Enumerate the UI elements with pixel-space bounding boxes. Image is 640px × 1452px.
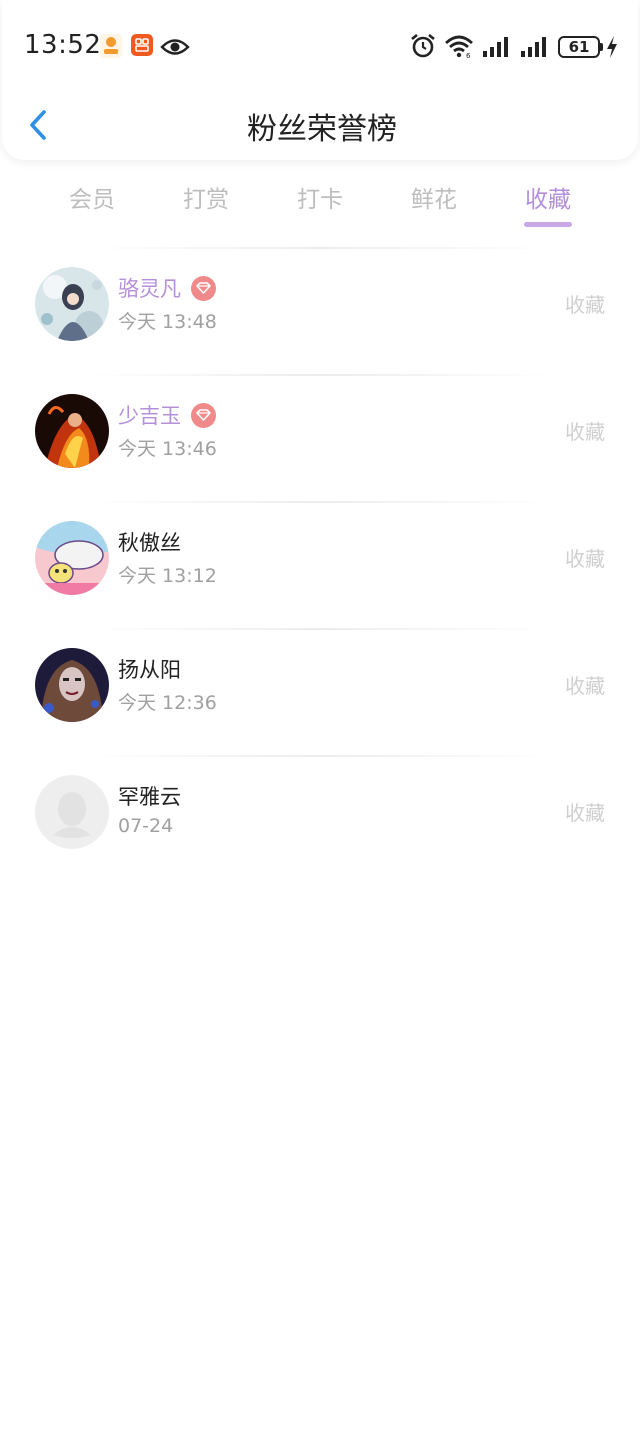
- wifi-icon: 6: [445, 35, 473, 58]
- tab-favorites[interactable]: 收藏: [498, 180, 598, 214]
- header-card: 13:52 6 61 粉丝荣誉榜: [2, 0, 638, 160]
- status-time: 13:52: [24, 30, 102, 60]
- fan-row[interactable]: 扬从阳 今天 12:36 收藏: [0, 628, 640, 755]
- battery-cap: [600, 43, 603, 51]
- svg-text:6: 6: [466, 52, 471, 58]
- action-label: 收藏: [565, 293, 605, 317]
- page-title: 粉丝荣誉榜: [247, 112, 397, 147]
- signal-icon: [483, 37, 508, 57]
- avatar[interactable]: [35, 394, 109, 468]
- battery-indicator: 61: [558, 36, 600, 58]
- fan-row[interactable]: 秋傲丝 今天 13:12 收藏: [0, 501, 640, 628]
- tab-active-indicator: [524, 222, 572, 227]
- alarm-icon: [411, 33, 435, 58]
- eye-icon: [160, 39, 190, 55]
- tab-reward[interactable]: 打赏: [156, 180, 256, 214]
- fan-name: 扬从阳: [118, 658, 181, 682]
- diamond-icon: [191, 402, 216, 428]
- fan-row[interactable]: 少吉玉 今天 13:46 收藏: [0, 374, 640, 501]
- avatar[interactable]: [35, 267, 109, 341]
- tab-bar: 会员 打赏 打卡 鲜花 收藏: [0, 160, 640, 232]
- action-label: 收藏: [565, 801, 605, 825]
- fan-row[interactable]: 骆灵凡 今天 13:48 收藏: [0, 247, 640, 374]
- fan-name: 秋傲丝: [118, 531, 181, 555]
- diamond-icon: [191, 275, 216, 301]
- avatar[interactable]: [35, 521, 109, 595]
- fan-time: 今天 12:36: [118, 692, 217, 714]
- tab-checkin[interactable]: 打卡: [270, 180, 370, 214]
- app-icon: [100, 34, 122, 58]
- charging-icon: [607, 36, 617, 58]
- fan-time: 今天 13:12: [118, 565, 217, 587]
- fan-time: 07-24: [118, 815, 174, 837]
- tab-member[interactable]: 会员: [42, 180, 142, 214]
- tab-flowers[interactable]: 鲜花: [384, 180, 484, 214]
- fan-row[interactable]: 罕雅云 07-24 收藏: [0, 755, 640, 882]
- signal-icon: [521, 37, 546, 57]
- avatar[interactable]: [35, 648, 109, 722]
- app-icon: [131, 34, 153, 56]
- fan-name: 骆灵凡: [118, 277, 181, 301]
- action-label: 收藏: [565, 674, 605, 698]
- fan-time: 今天 13:46: [118, 438, 217, 460]
- avatar[interactable]: [35, 775, 109, 849]
- fan-time: 今天 13:48: [118, 311, 217, 333]
- action-label: 收藏: [565, 547, 605, 571]
- fan-name: 少吉玉: [118, 404, 181, 428]
- action-label: 收藏: [565, 420, 605, 444]
- fan-name: 罕雅云: [118, 785, 181, 809]
